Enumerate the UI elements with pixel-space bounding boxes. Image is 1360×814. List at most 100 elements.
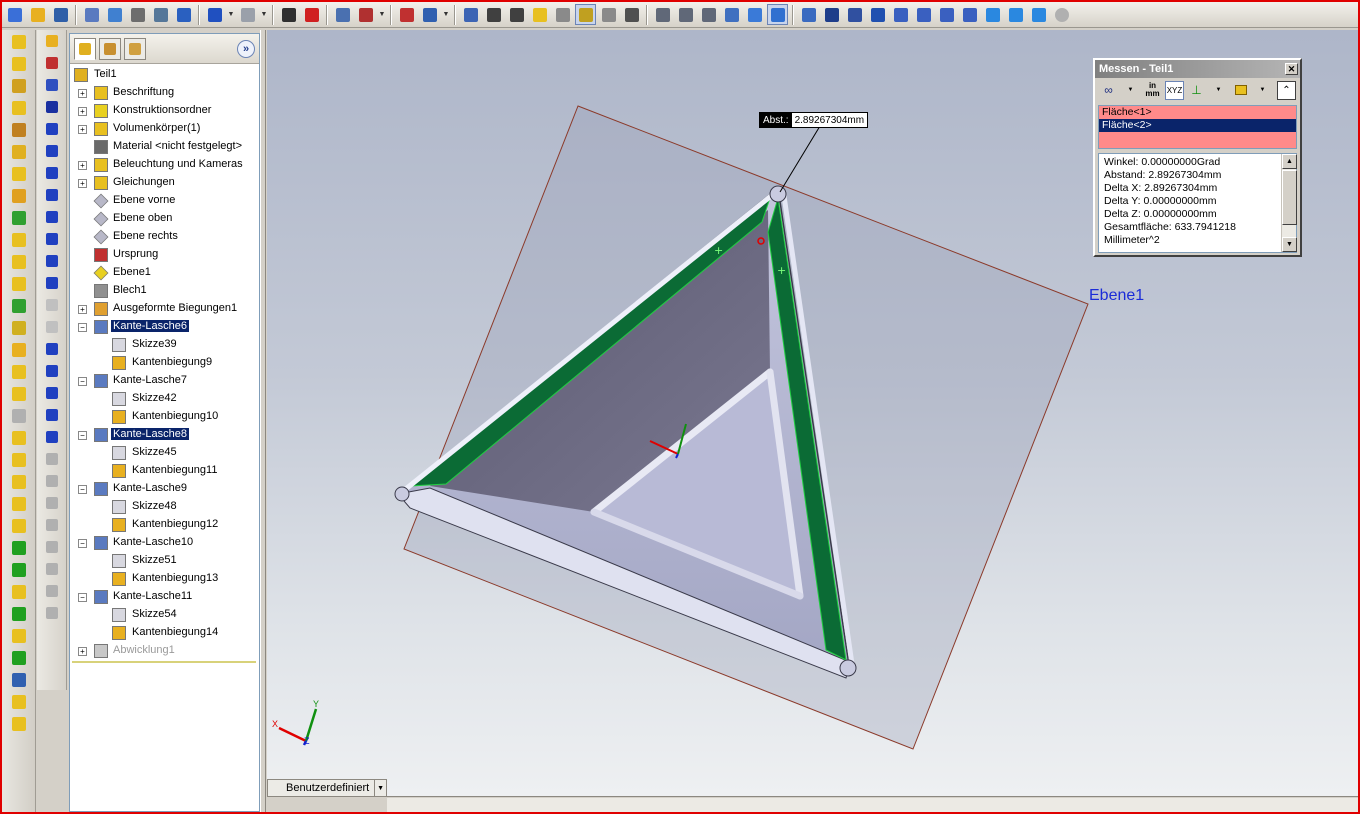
zoom-fit-button[interactable]	[483, 4, 504, 25]
feature-tool-button[interactable]	[9, 648, 29, 668]
bottom-view-button[interactable]	[936, 4, 957, 25]
tree-item[interactable]: + Gleichungen	[70, 174, 259, 192]
sketch-tool-button[interactable]	[42, 75, 62, 95]
tree-item[interactable]: Skizze45	[70, 444, 259, 462]
sketch-tool-button[interactable]	[42, 559, 62, 579]
configuration-manager-tab[interactable]	[124, 37, 146, 60]
tree-item[interactable]: + Ausgeformte Biegungen1	[70, 300, 259, 318]
tree-item[interactable]: − Kante-Lasche11	[70, 588, 259, 606]
sketch-tool-button[interactable]	[42, 31, 62, 51]
feature-tool-button[interactable]	[9, 54, 29, 74]
dropdown-arrow-icon[interactable]: ▼	[374, 780, 386, 796]
feature-tool-button[interactable]	[9, 494, 29, 514]
scroll-thumb[interactable]	[1282, 170, 1297, 225]
sketch-tool-button[interactable]	[42, 97, 62, 117]
reference-button[interactable]	[552, 4, 573, 25]
sketch-tool-button[interactable]	[42, 141, 62, 161]
rollback-bar[interactable]	[72, 661, 256, 663]
property-manager-tab[interactable]	[99, 37, 121, 60]
left-view-button[interactable]	[867, 4, 888, 25]
feature-tool-button[interactable]	[9, 450, 29, 470]
properties-list-button[interactable]	[460, 4, 481, 25]
xyz-dimensions-button[interactable]: XYZ	[1165, 80, 1184, 100]
feature-tool-button[interactable]	[9, 252, 29, 272]
tree-item[interactable]: Kantenbiegung9	[70, 354, 259, 372]
scroll-down-icon[interactable]: ▼	[1282, 237, 1297, 252]
feature-tool-button[interactable]	[9, 120, 29, 140]
point-options-dropdown[interactable]: ▼	[1209, 81, 1228, 100]
hidden-removed-button[interactable]	[698, 4, 719, 25]
tree-item[interactable]: Skizze39	[70, 336, 259, 354]
feature-tool-button[interactable]	[9, 670, 29, 690]
chevron-down-icon[interactable]: ▼	[442, 4, 450, 25]
isometric-view-button[interactable]	[959, 4, 980, 25]
status-circle-button[interactable]	[1051, 4, 1072, 25]
collapse-icon[interactable]: −	[78, 431, 87, 440]
expand-panel-button[interactable]: »	[237, 39, 255, 58]
feature-tool-button[interactable]	[9, 98, 29, 118]
horizontal-scrollbar[interactable]	[387, 798, 1358, 812]
expand-icon[interactable]: +	[78, 305, 87, 314]
feature-tool-button[interactable]	[9, 406, 29, 426]
output-coordinate-button[interactable]	[1231, 81, 1250, 100]
feature-tool-button[interactable]	[9, 582, 29, 602]
feature-tool-button[interactable]	[9, 274, 29, 294]
zoom-print-button[interactable]	[150, 4, 171, 25]
sketch-tool-button[interactable]	[42, 405, 62, 425]
sketch-tool-button[interactable]	[42, 295, 62, 315]
sketch-tool-button[interactable]	[42, 273, 62, 293]
back-view-button[interactable]	[844, 4, 865, 25]
hidden-lines-button[interactable]	[675, 4, 696, 25]
sketch-tool-button[interactable]	[42, 449, 62, 469]
sketch-tool-button[interactable]	[42, 53, 62, 73]
expand-icon[interactable]: +	[78, 89, 87, 98]
print-preview-button[interactable]	[81, 4, 102, 25]
sketch-tool-button[interactable]	[42, 163, 62, 183]
tree-item[interactable]: + Beschriftung	[70, 84, 259, 102]
feature-tool-button[interactable]	[9, 142, 29, 162]
tree-item[interactable]: Kantenbiegung13	[70, 570, 259, 588]
view-layout-button[interactable]	[419, 4, 440, 25]
tree-item[interactable]: Skizze48	[70, 498, 259, 516]
angle-button[interactable]	[598, 4, 619, 25]
3d-box-button[interactable]	[396, 4, 417, 25]
sketch-tool-button[interactable]	[42, 229, 62, 249]
open-folder-button[interactable]	[27, 4, 48, 25]
sketch-tool-button[interactable]	[42, 339, 62, 359]
feature-tool-button[interactable]	[9, 318, 29, 338]
dimension-callout[interactable]: Abst.: 2.89267304mm	[759, 112, 869, 128]
front-view-button[interactable]	[821, 4, 842, 25]
new-document-button[interactable]	[4, 4, 25, 25]
feature-tool-button[interactable]	[9, 208, 29, 228]
right-view-button[interactable]	[890, 4, 911, 25]
expand-icon[interactable]: +	[78, 161, 87, 170]
tree-item[interactable]: Ebene1	[70, 264, 259, 282]
brick-button[interactable]	[355, 4, 376, 25]
sketch-tool-button[interactable]	[42, 603, 62, 623]
redo-button[interactable]	[237, 4, 258, 25]
expand-icon[interactable]: +	[78, 179, 87, 188]
feature-tool-button[interactable]	[9, 626, 29, 646]
undo-button[interactable]	[204, 4, 225, 25]
tree-item[interactable]: Material <nicht festgelegt>	[70, 138, 259, 156]
wireframe-button[interactable]	[652, 4, 673, 25]
tree-item[interactable]: + Konstruktionsordner	[70, 102, 259, 120]
collapse-icon[interactable]: −	[78, 323, 87, 332]
dimetric-view-button[interactable]	[1005, 4, 1026, 25]
feature-tool-button[interactable]	[9, 362, 29, 382]
publish-button[interactable]	[104, 4, 125, 25]
selection-item[interactable]: Fläche<1>	[1099, 106, 1296, 119]
results-scrollbar[interactable]: ▲ ▼	[1281, 154, 1297, 252]
feature-tool-button[interactable]	[9, 340, 29, 360]
tree-item[interactable]: Teil1	[70, 66, 259, 84]
sketch-axis-button[interactable]	[575, 4, 596, 25]
tree-item[interactable]: Kantenbiegung10	[70, 408, 259, 426]
expand-icon[interactable]: +	[78, 107, 87, 116]
camera-button[interactable]	[506, 4, 527, 25]
view-config-tab[interactable]: Benutzerdefiniert ▼	[267, 779, 387, 797]
chevron-down-icon[interactable]: ▼	[260, 4, 268, 25]
tree-item[interactable]: Skizze51	[70, 552, 259, 570]
shaded-button[interactable]	[744, 4, 765, 25]
tree-item[interactable]: Blech1	[70, 282, 259, 300]
feature-tool-button[interactable]	[9, 472, 29, 492]
